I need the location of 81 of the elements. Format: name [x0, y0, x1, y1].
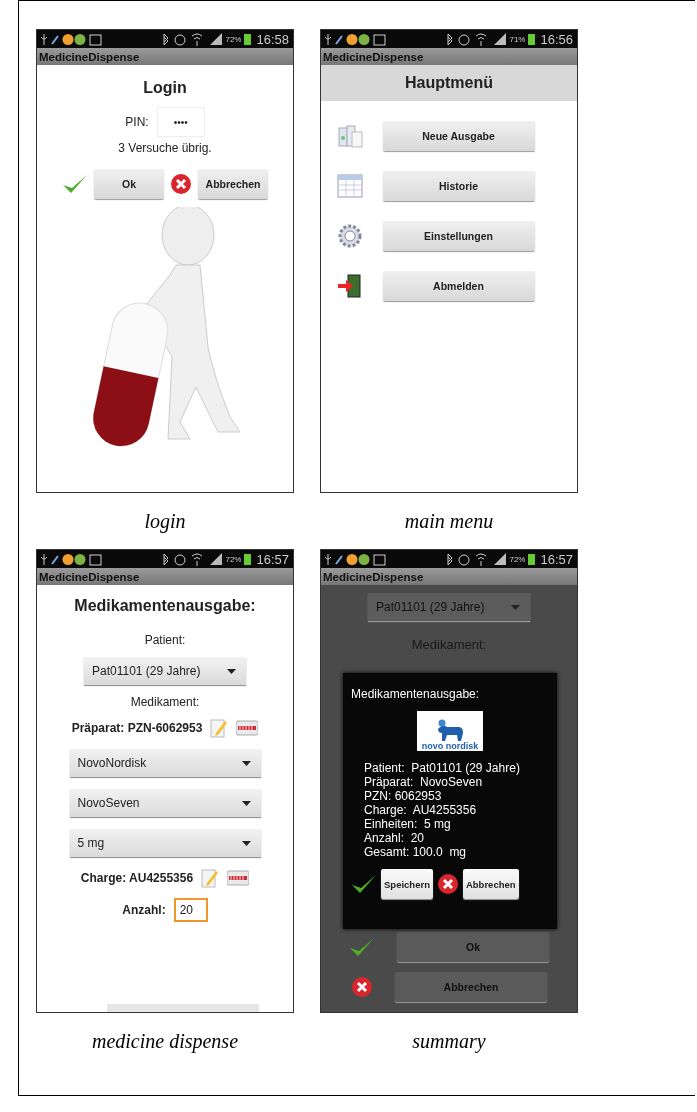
- save-button[interactable]: Speichern: [381, 869, 433, 899]
- cancel-icon: [436, 873, 459, 895]
- signal-icon: [210, 553, 223, 565]
- medication-label: Medikament:: [130, 695, 200, 709]
- signal-icon: [494, 553, 507, 565]
- figure-caption: main menu: [404, 508, 494, 534]
- app-title: MedicineDispense: [37, 568, 293, 585]
- clock-time: 16:57: [256, 551, 289, 567]
- summary-line: Anzahl: 20: [364, 831, 426, 845]
- notification-icons-drawing: [325, 32, 387, 46]
- dropdown[interactable]: NovoNordisk: [69, 749, 261, 777]
- batch-label: Charge: AU4255356: [80, 871, 194, 885]
- battery-percent: 72%: [225, 554, 242, 564]
- ok-button[interactable]: Ok: [94, 169, 164, 199]
- screen-title: Medikamentenausgabe:: [74, 597, 256, 615]
- dropdown[interactable]: NovoSeven: [69, 789, 261, 817]
- patient-dropdown[interactable]: Pat01101 (29 Jahre): [84, 657, 246, 685]
- count-field[interactable]: 20: [173, 898, 208, 922]
- door-arrow-icon: [336, 273, 363, 299]
- logo-text: novo nordisk: [421, 741, 479, 751]
- notification-icons-drawing: [41, 32, 103, 46]
- preparation-label: Präparat: PZN-6062953: [71, 721, 203, 735]
- figure-caption: medicine dispense: [91, 1028, 239, 1055]
- battery-icon: [244, 553, 252, 565]
- clock-time: 16:56: [540, 31, 573, 47]
- battery-icon: [528, 33, 536, 45]
- menu-button[interactable]: Einstellungen: [382, 221, 535, 251]
- signal-icon: [210, 33, 223, 45]
- notification-icons-drawing: [325, 552, 387, 566]
- pin-label: PIN:: [125, 115, 149, 129]
- caret-icon: [241, 800, 251, 806]
- cancel-button[interactable]: Abbrechen: [462, 869, 519, 899]
- table-icon: [336, 173, 363, 199]
- battery-icon: [244, 33, 252, 45]
- check-icon: [351, 873, 377, 895]
- gear-icon: [336, 223, 363, 249]
- app-title: MedicineDispense: [37, 48, 293, 65]
- cancel-icon: [170, 173, 192, 195]
- caret-icon: [511, 604, 520, 610]
- caret-icon: [227, 668, 236, 674]
- battery-percent: 72%: [225, 34, 242, 44]
- caret-icon: [241, 760, 251, 766]
- caret-icon: [241, 840, 251, 846]
- pin-field[interactable]: ••••: [156, 107, 205, 137]
- screen-title: Login: [143, 79, 187, 97]
- scan-icon[interactable]: [227, 870, 250, 886]
- menu-button[interactable]: Neue Ausgabe: [382, 121, 535, 151]
- scan-icon[interactable]: [236, 720, 259, 736]
- battery-percent: 71%: [509, 34, 526, 44]
- cancel-button[interactable]: Abbrechen: [198, 169, 268, 199]
- menu-button[interactable]: Abmelden: [382, 271, 535, 301]
- check-icon: [62, 173, 88, 195]
- medicine-bottles-icon: [336, 124, 363, 148]
- summary-line: Einheiten: 5 mg: [364, 817, 452, 831]
- dialog-title: Medikamentenausgabe:: [351, 687, 481, 701]
- bull-icon: [435, 719, 465, 741]
- battery-percent: 72%: [509, 554, 526, 564]
- screen-title: Hauptmenü: [321, 65, 577, 101]
- summary-line: Gesamt: 100.0 mg: [364, 845, 468, 859]
- dropdown[interactable]: 5 mg: [69, 829, 261, 857]
- figure-caption: login: [144, 508, 186, 535]
- notepad-pencil-icon[interactable]: [210, 718, 229, 738]
- app-title: MedicineDispense: [321, 48, 577, 65]
- attempts-text: 3 Versuche übrig.: [118, 141, 212, 155]
- cancel-icon: [351, 976, 373, 998]
- clock-time: 16:58: [256, 31, 289, 47]
- figure-caption: summary: [412, 1028, 486, 1055]
- notification-icons-drawing: [41, 552, 103, 566]
- notepad-pencil-icon[interactable]: [201, 868, 220, 888]
- summary-line: Charge: AU4255356: [364, 803, 478, 817]
- app-title: MedicineDispense: [321, 568, 577, 585]
- summary-line: PZN: 6062953: [364, 789, 443, 803]
- signal-icon: [494, 33, 507, 45]
- summary-line: Patient: Pat01101 (29 Jahre): [364, 761, 521, 775]
- menu-button[interactable]: Historie: [382, 171, 535, 201]
- summary-line: Präparat: NovoSeven: [364, 775, 484, 789]
- clock-time: 16:57: [540, 551, 573, 567]
- patient-label: Patient:: [144, 633, 186, 647]
- count-label: Anzahl:: [122, 903, 166, 917]
- check-icon: [349, 936, 375, 958]
- battery-icon: [528, 553, 536, 565]
